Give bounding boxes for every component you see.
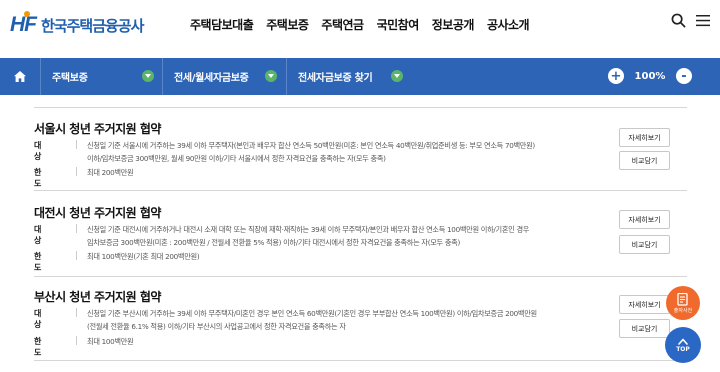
logo-dot-icon	[24, 11, 30, 17]
limit-text: 최대 100백만원(기혼 최대 200백만원)	[87, 252, 200, 261]
logo-mark: HF	[10, 11, 37, 36]
target-text-line: 이하/임차보증금 300백만원, 월세 90만원 이하/기타 서울시에서 정한 …	[87, 153, 386, 163]
target-text-line: 신청일 기준 대전시에 거주하거나 대전시 소재 대학 또는 직장에 재학·재직…	[87, 225, 530, 234]
target-text-line: 임차보증금 300백만원(미혼 : 200백만원 / 전월세 전환율 5% 적용…	[87, 237, 460, 247]
gnb-item-pension[interactable]: 주택연금	[321, 16, 364, 33]
target-text-line: 신청일 기준 서울시에 거주하는 39세 이하 무주택자(본인과 배우자 합산 …	[87, 141, 535, 150]
product-title: 대전시 청년 주거지원 협약	[34, 206, 161, 220]
home-icon	[14, 71, 26, 82]
arrow-up-icon	[678, 338, 688, 345]
detail-button[interactable]: 자세히보기	[619, 210, 670, 229]
target-text-line: (전월세 전환율 6.1% 적용) 이하/기타 부산시의 사업공고에서 정한 자…	[87, 321, 346, 331]
target-text: 신청일 기준 대전시에 거주하거나 대전시 소재 대학 또는 직장에 재학·재직…	[87, 224, 587, 249]
product-title: 서울시 청년 주거지원 협약	[34, 122, 161, 136]
detail-button[interactable]: 자세히보기	[619, 128, 670, 147]
nav-crumb-search[interactable]: 전세자금보증 찾기	[298, 58, 373, 95]
row-divider	[76, 140, 77, 149]
location-bar: 주택보증 전세/월세자금보증 전세자금보증 찾기 + 100% -	[0, 58, 720, 95]
row-divider	[76, 251, 77, 260]
zoom-level: 100%	[634, 71, 666, 82]
document-icon	[677, 292, 688, 306]
gnb-item-mortgage[interactable]: 주택담보대출	[190, 16, 254, 33]
target-label: 대상	[34, 225, 42, 245]
gnb-item-participation[interactable]: 국민참여	[377, 16, 420, 33]
nav-dropdown-toggle[interactable]	[391, 70, 403, 82]
divider	[34, 190, 687, 191]
home-button[interactable]	[0, 58, 40, 95]
row-divider	[76, 167, 77, 176]
chevron-down-icon	[394, 74, 400, 78]
row-divider	[76, 308, 77, 317]
compare-button[interactable]: 비교담기	[619, 319, 670, 338]
nav-crumb-guarantee[interactable]: 주택보증	[52, 58, 88, 95]
search-icon[interactable]	[671, 13, 686, 28]
divider	[34, 276, 687, 277]
nav-divider	[40, 58, 41, 95]
nav-dropdown-toggle[interactable]	[142, 70, 154, 82]
zoom-out-button[interactable]: -	[676, 68, 692, 84]
site-logo[interactable]: HF 한국주택금융공사	[10, 11, 144, 37]
target-text: 신청일 기준 서울시에 거주하는 39세 이하 무주택자(본인과 배우자 합산 …	[87, 140, 587, 165]
quick-apply-button[interactable]: 출자사전	[666, 286, 700, 320]
nav-dropdown-toggle[interactable]	[265, 70, 277, 82]
chevron-down-icon	[145, 74, 151, 78]
limit-label: 한도	[34, 168, 42, 188]
gnb-item-about[interactable]: 공사소개	[487, 16, 530, 33]
site-header: HF 한국주택금융공사 주택담보대출 주택보증 주택연금 국민참여 정보공개 공…	[0, 0, 720, 52]
compare-button[interactable]: 비교담기	[619, 235, 670, 254]
quick-apply-label: 출자사전	[673, 307, 693, 314]
scroll-top-label: TOP	[676, 345, 690, 353]
detail-button[interactable]: 자세히보기	[619, 295, 670, 314]
nav-divider	[286, 58, 287, 95]
product-title: 부산시 청년 주거지원 협약	[34, 290, 161, 304]
gnb-item-guarantee[interactable]: 주택보증	[266, 16, 309, 33]
limit-text: 최대 100백만원	[87, 337, 134, 346]
gnb-item-disclosure[interactable]: 정보공개	[432, 16, 475, 33]
nav-divider	[162, 58, 163, 95]
divider	[34, 360, 687, 361]
target-label: 대상	[34, 141, 42, 161]
divider	[34, 107, 687, 108]
chevron-down-icon	[268, 74, 274, 78]
nav-crumb-jeonse[interactable]: 전세/월세자금보증	[174, 58, 249, 95]
limit-text: 최대 200백만원	[87, 168, 134, 177]
hamburger-menu-icon[interactable]	[696, 14, 710, 27]
scroll-top-button[interactable]: TOP	[665, 327, 701, 363]
limit-label: 한도	[34, 337, 42, 357]
row-divider	[76, 336, 77, 345]
global-nav: 주택담보대출 주택보증 주택연금 국민참여 정보공개 공사소개	[190, 16, 542, 33]
row-divider	[76, 224, 77, 233]
target-text: 신청일 기준 부산시에 거주하는 39세 이하 무주택자/미혼인 경우 본인 연…	[87, 308, 587, 333]
compare-button[interactable]: 비교담기	[619, 151, 670, 170]
target-text-line: 신청일 기준 부산시에 거주하는 39세 이하 무주택자/미혼인 경우 본인 연…	[87, 309, 537, 318]
logo-text: 한국주택금융공사	[41, 16, 144, 35]
limit-label: 한도	[34, 252, 42, 272]
target-label: 대상	[34, 309, 42, 329]
zoom-in-button[interactable]: +	[608, 68, 624, 84]
